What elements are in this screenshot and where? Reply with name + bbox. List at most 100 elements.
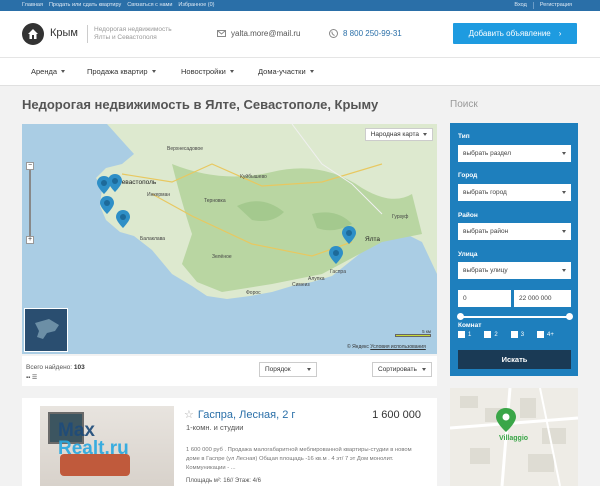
login-link[interactable]: Вход	[514, 2, 526, 9]
sort-select-value: Сортировать	[378, 366, 417, 373]
zoom-in-button[interactable]: +	[26, 236, 34, 244]
price-to-value: 22 000 000	[519, 295, 552, 302]
page-title: Недорогая недвижимость в Ялте, Севастопо…	[22, 97, 379, 112]
caret-down-icon	[422, 368, 426, 371]
listing-price: 1 600 000	[372, 409, 421, 421]
map-label: Инкерман	[147, 192, 171, 198]
register-link[interactable]: Регистрация	[540, 2, 572, 9]
price-from-value: 0	[463, 295, 467, 302]
district-label: Район	[458, 212, 478, 219]
listing-subtitle: 1-комн. и студии	[186, 423, 244, 432]
street-select[interactable]: выбрать улицу	[458, 262, 571, 279]
map-label: Куйбышево	[240, 174, 267, 180]
caret-down-icon	[61, 70, 66, 73]
map-terms-link[interactable]: Условия использования	[370, 344, 426, 350]
brand-name: Крым	[50, 27, 78, 39]
map-label: Зелёное	[212, 254, 232, 260]
map-pin-icon[interactable]	[108, 174, 122, 192]
map-label: Севастополь	[117, 179, 157, 186]
caret-down-icon	[151, 70, 156, 73]
map-pin-icon[interactable]	[100, 196, 114, 214]
add-listing-button[interactable]: Добавить объявление ›	[453, 23, 577, 44]
rooms-checkbox-1[interactable]	[458, 331, 465, 338]
type-select[interactable]: выбрать раздел	[458, 145, 571, 162]
grid-view-icon[interactable]: ▪▪ ☰	[26, 374, 37, 381]
caret-down-icon	[562, 191, 566, 194]
map-label: Форос	[246, 290, 261, 296]
top-link-sell[interactable]: Продать или сдать квартиру	[49, 2, 121, 8]
map-pin-icon[interactable]	[342, 226, 356, 244]
nav-item-houses[interactable]: Дома-участки	[258, 67, 314, 76]
city-select[interactable]: выбрать город	[458, 184, 571, 201]
top-bar: Главная Продать или сдать квартиру Связа…	[0, 0, 600, 11]
nav-item-rent[interactable]: Аренда	[31, 67, 66, 76]
map-label: Симеиз	[292, 282, 310, 288]
rooms-checkbox-3[interactable]	[510, 331, 518, 338]
map-attribution: © Яндекс Условия использования	[347, 344, 426, 350]
district-select[interactable]: выбрать район	[458, 223, 571, 240]
caret-down-icon	[229, 70, 234, 73]
results-count-label: Всего найдено:	[26, 364, 73, 371]
slider-handle-min[interactable]	[457, 313, 464, 320]
minimap-crimea	[35, 319, 59, 339]
phone-contact[interactable]: 8 800 250-99-31	[329, 29, 402, 38]
map-scale: 5 км	[395, 329, 431, 337]
watermark-logo: Max Realt.ru	[58, 421, 129, 459]
nav-label: Новостройки	[181, 67, 226, 76]
listing-area: Площадь м²: 16// Этаж: 4/6	[186, 478, 261, 484]
caret-down-icon	[562, 230, 566, 233]
price-from-input[interactable]: 0	[458, 290, 511, 307]
listing-title-link[interactable]: ☆ Гаспра, Лесная, 2 г	[184, 408, 296, 422]
rooms-option-label: 3	[520, 331, 525, 338]
map-label: Гурзуф	[392, 214, 409, 220]
map-label: Гаспра	[330, 269, 346, 275]
location-map-card[interactable]: Villaggio	[450, 388, 578, 486]
results-bar: Всего найдено: 103 ▪▪ ☰ Порядок Сортиров…	[22, 356, 437, 386]
map-type-dropdown[interactable]: Народная карта	[364, 128, 433, 141]
logo-home-icon[interactable]	[22, 23, 44, 45]
minimap[interactable]	[24, 308, 68, 352]
envelope-icon	[217, 30, 226, 37]
divider	[87, 25, 88, 43]
price-slider[interactable]	[457, 313, 573, 320]
rooms-checkbox-4plus[interactable]	[537, 331, 545, 338]
order-select-value: Порядок	[265, 366, 291, 373]
caret-down-icon	[562, 269, 566, 272]
top-link-home[interactable]: Главная	[22, 2, 43, 8]
listing-card[interactable]: Max Realt.ru ☆ Гаспра, Лесная, 2 г 1-ком…	[22, 398, 437, 486]
rooms-option-label: 2	[494, 331, 498, 338]
slider-handle-max[interactable]	[566, 313, 573, 320]
order-select[interactable]: Порядок	[259, 362, 317, 377]
caret-down-icon	[309, 70, 314, 73]
phone-text: 8 800 250-99-31	[343, 29, 402, 38]
street-label: Улица	[458, 251, 478, 258]
rooms-checkbox-2[interactable]	[484, 331, 492, 338]
nav-item-new-buildings[interactable]: Новостройки	[181, 67, 234, 76]
map[interactable]: Народная карта − + Верхнесадовое Севасто…	[22, 124, 437, 354]
zoom-track[interactable]	[29, 170, 31, 236]
listing-photo[interactable]: Max Realt.ru	[40, 406, 174, 486]
email-contact[interactable]: yalta.more@mail.ru	[217, 29, 300, 38]
map-label: Ялта	[365, 236, 381, 243]
rooms-options: 1 2 3 4+	[458, 331, 554, 338]
watermark-line: Realt.ru	[58, 438, 129, 459]
nav-label: Аренда	[31, 67, 58, 76]
top-link-contact[interactable]: Связаться с нами	[127, 2, 172, 8]
zoom-out-button[interactable]: −	[26, 162, 34, 170]
nav-item-sale[interactable]: Продажа квартир	[87, 67, 156, 76]
listing-title: Гаспра, Лесная, 2 г	[197, 408, 296, 421]
map-label: Терновка	[204, 198, 226, 204]
map-label: Верхнесадовое	[167, 146, 204, 152]
main-nav: Аренда Продажа квартир Новостройки Дома-…	[0, 57, 600, 86]
favorite-star-icon[interactable]: ☆	[184, 408, 194, 421]
chevron-right-icon: ›	[558, 29, 562, 38]
top-link-favorites[interactable]: Избранное (0)	[178, 2, 214, 8]
map-type-label: Народная карта	[370, 131, 419, 138]
price-to-input[interactable]: 22 000 000	[514, 290, 571, 307]
map-pin-icon[interactable]	[329, 246, 343, 264]
sort-select[interactable]: Сортировать	[372, 362, 432, 377]
map-pin-icon[interactable]	[116, 210, 130, 228]
phone-icon	[329, 29, 338, 38]
results-count-value: 103	[73, 364, 85, 371]
search-button[interactable]: Искать	[458, 350, 571, 369]
